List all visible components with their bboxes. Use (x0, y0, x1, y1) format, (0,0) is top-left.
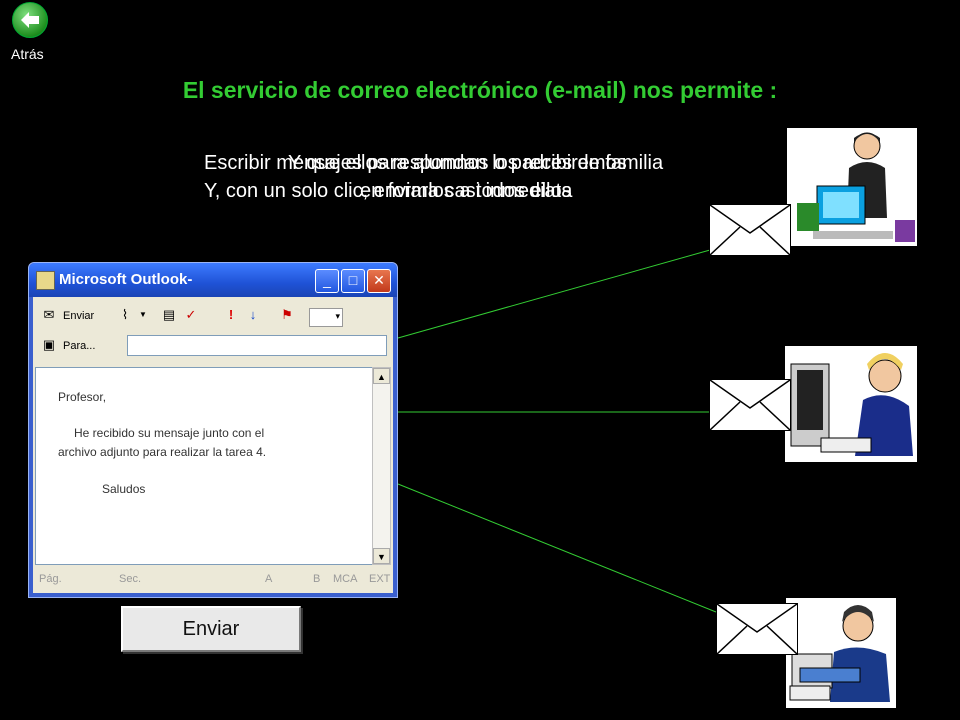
window-titlebar: Microsoft Outlook- _ □ ✕ (29, 263, 397, 297)
message-closing: Saludos (102, 482, 146, 496)
status-page: Pág. (39, 573, 62, 585)
high-importance-icon[interactable]: ! (223, 307, 239, 323)
person-office-icon (786, 598, 896, 708)
to-field-icon: ▣ (42, 337, 56, 352)
status-a: A (265, 573, 273, 585)
check-names-icon[interactable]: ✓ (183, 307, 199, 323)
status-b: B (313, 573, 321, 585)
envelope-icon (709, 204, 791, 256)
status-bar: Pág. Sec. A B MCA EXT (33, 569, 393, 591)
status-section: Sec. (119, 573, 142, 585)
status-ext: EXT (369, 573, 391, 585)
chevron-down-icon[interactable]: ▼ (135, 307, 151, 323)
main-toolbar: ✉ Enviar ⌇ ▼ ▤ ✓ ! ↓ ⚑ ▾ (33, 301, 393, 331)
scroll-up-icon[interactable]: ▲ (373, 368, 390, 384)
window-title: Microsoft Outlook- (59, 271, 193, 288)
toolbar-send-button[interactable]: Enviar (63, 310, 94, 322)
message-greeting: Profesor, (58, 390, 107, 404)
window-body: ✉ Enviar ⌇ ▼ ▤ ✓ ! ↓ ⚑ ▾ ▣ Para... Profe… (33, 297, 393, 593)
person-student-icon (785, 346, 917, 462)
outlook-window: Microsoft Outlook- _ □ ✕ ✉ Enviar ⌇ ▼ ▤ … (28, 262, 398, 598)
status-mca: MCA (333, 573, 358, 585)
outlook-app-icon (36, 271, 55, 290)
message-body[interactable]: Profesor, He recibido su mensaje junto c… (35, 367, 373, 565)
send-mail-icon: ✉ (43, 307, 55, 322)
low-importance-icon[interactable]: ↓ (245, 307, 261, 323)
to-button[interactable]: Para... (63, 340, 95, 352)
send-button[interactable]: Enviar (121, 606, 301, 652)
flag-icon[interactable]: ⚑ (279, 307, 295, 323)
to-input[interactable] (127, 335, 387, 356)
close-button[interactable]: ✕ (367, 269, 391, 293)
message-line-1: He recibido su mensaje junto con el (74, 426, 265, 440)
options-dropdown[interactable]: ▾ (309, 308, 343, 327)
minimize-button[interactable]: _ (315, 269, 339, 293)
address-book-icon[interactable]: ▤ (161, 307, 177, 323)
person-teacher-icon (787, 128, 917, 246)
maximize-button[interactable]: □ (341, 269, 365, 293)
envelope-icon (716, 603, 798, 655)
attach-icon[interactable]: ⌇ (117, 307, 133, 323)
envelope-icon (709, 379, 791, 431)
message-line-2: archivo adjunto para realizar la tarea 4… (58, 445, 267, 459)
message-scrollbar[interactable]: ▲ ▼ (372, 367, 391, 565)
scroll-down-icon[interactable]: ▼ (373, 548, 390, 564)
